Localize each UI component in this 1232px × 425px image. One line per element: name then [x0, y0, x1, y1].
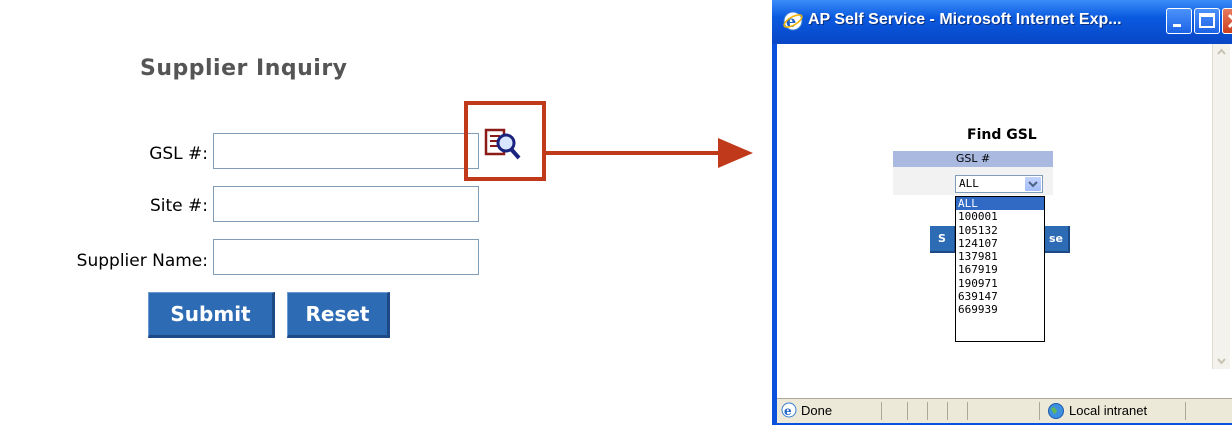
- list-item[interactable]: 100001: [956, 210, 1044, 223]
- reset-button[interactable]: Reset: [287, 292, 390, 338]
- status-divider: [927, 402, 928, 420]
- supplier-name-input[interactable]: [213, 239, 479, 275]
- list-item[interactable]: ALL: [956, 197, 1044, 211]
- popup-window-title: AP Self Service - Microsoft Internet Exp…: [808, 11, 1122, 28]
- page-title: Supplier Inquiry: [140, 56, 348, 81]
- arrow-connector: [546, 138, 753, 168]
- popup-blank-area: [777, 369, 1232, 398]
- maximize-button[interactable]: [1194, 8, 1220, 34]
- status-divider: [907, 402, 908, 420]
- site-label: Site #:: [149, 196, 208, 216]
- popup-title-bar[interactable]: e AP Self Service - Microsoft Internet E…: [772, 0, 1232, 44]
- zone-text: Local intranet: [1069, 403, 1148, 418]
- gsl-select-value: ALL: [959, 177, 979, 190]
- status-divider: [1185, 402, 1186, 420]
- popup-submit-button[interactable]: S: [930, 226, 956, 253]
- site-input[interactable]: [213, 186, 479, 222]
- gsl-column-header: GSL #: [893, 151, 1053, 167]
- list-item[interactable]: 105132: [956, 224, 1044, 237]
- status-divider: [947, 402, 948, 420]
- list-item[interactable]: 137981: [956, 250, 1044, 263]
- close-button[interactable]: [1222, 8, 1232, 34]
- status-divider: [1039, 402, 1040, 420]
- minimize-button[interactable]: [1166, 8, 1192, 34]
- status-divider: [881, 402, 882, 420]
- popup-close-button[interactable]: se: [1044, 226, 1070, 253]
- gsl-input[interactable]: [213, 133, 479, 169]
- submit-button[interactable]: Submit: [148, 292, 275, 338]
- ie-icon: e: [782, 10, 804, 36]
- status-bar: e Done Local intranet: [777, 398, 1232, 423]
- magnifier-lookup-icon[interactable]: [484, 126, 524, 162]
- find-gsl-heading: Find GSL: [967, 127, 1037, 143]
- ie-page-icon: e: [781, 402, 797, 418]
- svg-text:e: e: [786, 12, 796, 31]
- gsl-label: GSL #:: [149, 144, 208, 164]
- vertical-scrollbar[interactable]: [1212, 44, 1230, 369]
- supplier-name-label: Supplier Name:: [76, 251, 208, 271]
- status-divider: [967, 402, 968, 420]
- list-item[interactable]: 190971: [956, 277, 1044, 290]
- gsl-dropdown-list[interactable]: ALL 100001 105132 124107 137981 167919 1…: [955, 196, 1045, 342]
- list-item[interactable]: 669939: [956, 303, 1044, 316]
- svg-text:e: e: [784, 404, 792, 418]
- list-item[interactable]: 124107: [956, 237, 1044, 250]
- chevron-down-icon[interactable]: [1025, 177, 1041, 191]
- scroll-up-arrow-icon[interactable]: [1213, 44, 1230, 60]
- globe-icon: [1048, 403, 1064, 419]
- scroll-down-arrow-icon[interactable]: [1213, 353, 1230, 369]
- list-item[interactable]: 639147: [956, 290, 1044, 303]
- gsl-select[interactable]: ALL: [955, 175, 1043, 193]
- list-item[interactable]: 167919: [956, 263, 1044, 276]
- status-text: Done: [801, 403, 833, 418]
